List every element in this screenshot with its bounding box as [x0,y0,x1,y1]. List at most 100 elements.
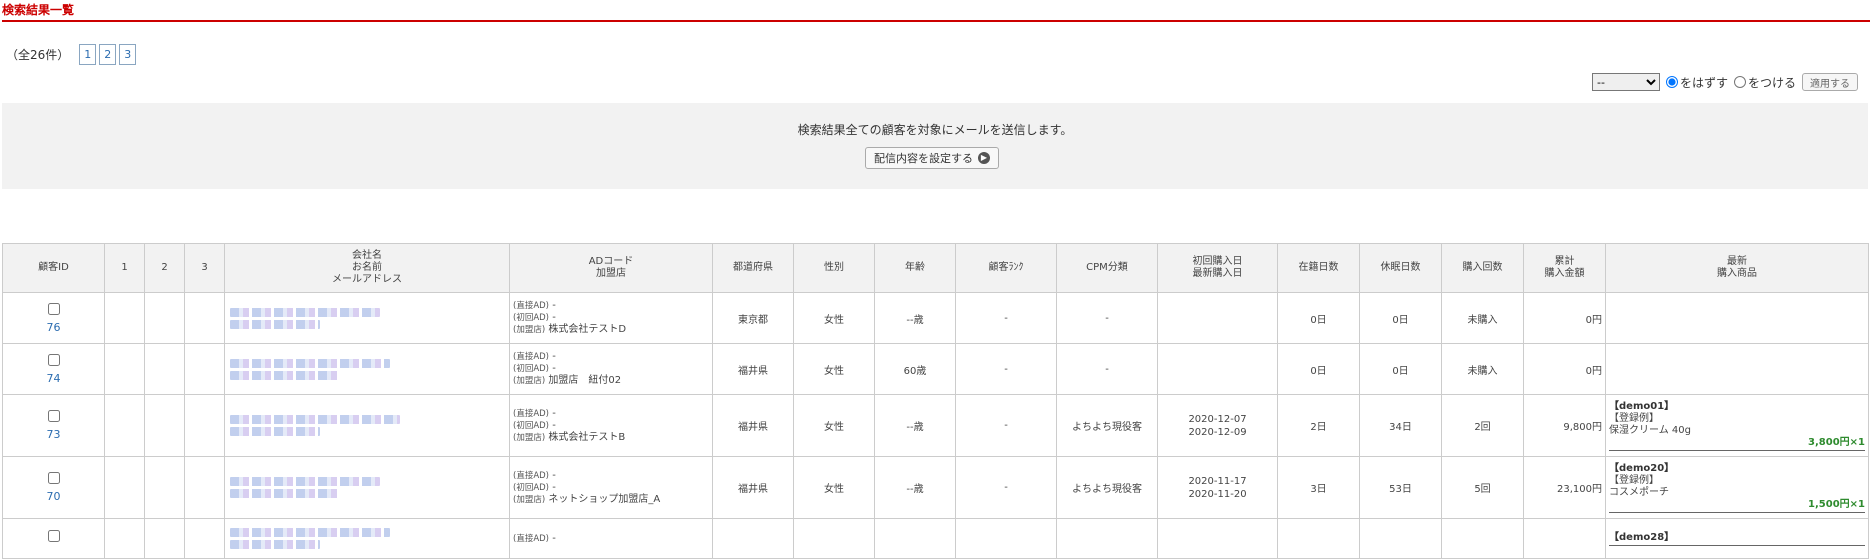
latest-product-cell: 【demo20】 【登録例】 コスメポーチ 1,500円×1 [1605,456,1869,519]
dormant-days-cell: 34日 [1359,394,1442,457]
col-dormant-days: 休眠日数 [1359,243,1442,293]
redacted-name-image [230,358,390,368]
enrollment-days-cell: 3日 [1277,456,1360,519]
flag-select[interactable]: -- [1591,73,1660,91]
page-link-3[interactable]: 3 [119,44,137,65]
rank-cell: - [955,456,1057,519]
col-product-line2: 購入商品 [1717,268,1757,279]
pagination: （全26件） 1 2 3 [6,44,139,65]
shop-label: (加盟店) [513,494,546,505]
col-rank: 顧客ﾗﾝｸ [955,243,1057,293]
redacted-name-image [230,477,380,486]
customer-id-cell: 70 [2,456,105,519]
col-amount-line1: 累計 [1554,256,1575,267]
first-ad-line: (初回AD) - [513,420,709,432]
prefecture-cell: 福井県 [712,456,794,519]
shop-value: 加盟店 紐付02 [548,375,622,386]
direct-ad-line: (直接AD) - [513,351,709,363]
col-prefecture: 都道府県 [712,243,794,293]
age-cell: 60歳 [874,343,956,395]
first-ad-label: (初回AD) [513,482,549,493]
direct-ad-line: (直接AD) - [513,533,709,545]
company-cell [224,343,510,395]
age-cell: --歳 [874,394,956,457]
ad-code-cell: (直接AD) - (初回AD) - (加盟店) ネットショップ加盟店_A [509,456,713,519]
product-name: コスメポーチ [1609,486,1669,498]
total-amount-cell: 23,100円 [1523,456,1606,519]
configure-mail-button[interactable]: 配信内容を設定する ▶ [865,147,999,169]
col-customer-id[interactable]: 顧客ID [2,243,105,293]
row-select-checkbox[interactable] [47,472,60,484]
page-link-2[interactable]: 2 [99,44,117,65]
col-dates-line2: 最新購入日 [1192,268,1243,279]
dates-cell: 2020-12-07 2020-12-09 [1157,394,1278,457]
customer-id-link[interactable]: 70 [47,490,61,503]
col-purchase-dates: 初回購入日 最新購入日 [1157,243,1278,293]
remove-flag-label: をはずす [1679,75,1728,90]
direct-ad-value: - [552,300,556,311]
first-ad-line: (初回AD) - [513,482,709,494]
age-cell [874,518,956,559]
total-amount-cell: 9,800円 [1523,394,1606,457]
row-select-checkbox[interactable] [47,410,60,422]
add-flag-radio[interactable] [1733,76,1746,88]
last-purchase-date: 2020-12-09 [1188,426,1247,438]
rank-cell: - [955,292,1057,344]
add-flag-label: をつける [1747,75,1796,90]
customer-id-link[interactable]: 73 [47,428,61,441]
shop-line: (加盟店) 加盟店 紐付02 [513,375,709,387]
redacted-email-image [230,540,320,549]
bulk-mail-panel: 検索結果全ての顧客を対象にメールを送信します。 配信内容を設定する ▶ [2,103,1868,189]
remove-flag-radio[interactable] [1665,76,1678,88]
flag-2-cell [144,394,185,457]
table-row: 76 (直接AD) - (初回AD) - (加盟店) 株式会社テストD 東京都 女性 --歳… [2,292,1869,344]
col-purchase-count: 購入回数 [1441,243,1524,293]
table-header-row: 顧客ID 1 2 3 会社名 お名前 メールアドレス ADコード 加盟店 都道府… [2,243,1869,293]
customer-id-cell: 74 [2,343,105,395]
page-link-1[interactable]: 1 [79,44,97,65]
table-row: 70 (直接AD) - (初回AD) - (加盟店) ネットショップ加盟店_A 福井県女… [2,456,1869,519]
col-flag-3: 3 [184,243,225,293]
shop-label: (加盟店) [513,376,546,386]
redacted-name-image [230,415,400,424]
first-ad-value: - [552,481,556,493]
customer-id-cell [2,518,105,559]
first-purchase-date: 2020-11-17 [1188,475,1247,487]
gender-cell: 女性 [793,343,875,395]
first-ad-label: (初回AD) [513,420,549,431]
flag-3-cell [184,456,225,519]
flag-2-cell [144,343,185,395]
col-cpm: CPM分類 [1056,243,1158,293]
latest-product-cell [1605,343,1869,395]
flag-1-cell [104,394,145,457]
gender-cell [793,518,875,559]
redacted-email-image [230,489,340,498]
shop-line: (加盟店) 株式会社テストD [513,324,709,336]
flag-1-cell [104,456,145,519]
col-company-line3: メールアドレス [332,274,402,285]
direct-ad-label: (直接AD) [513,470,549,481]
shop-value: ネットショップ加盟店_A [548,493,661,505]
remove-flag-option[interactable]: をはずす [1665,74,1728,91]
row-select-checkbox[interactable] [47,353,60,366]
direct-ad-label: (直接AD) [513,301,549,311]
first-ad-label: (初回AD) [513,313,549,323]
flag-3-cell [184,343,225,395]
first-ad-line: (初回AD) - [513,363,709,375]
purchase-count-cell [1441,518,1524,559]
customer-id-link[interactable]: 76 [47,321,61,334]
flag-1-cell [104,518,145,559]
total-amount-cell: 0円 [1523,292,1606,344]
apply-button[interactable]: 適用する [1802,73,1858,91]
row-select-checkbox[interactable] [47,302,60,315]
add-flag-option[interactable]: をつける [1733,74,1796,91]
product-price [1609,544,1865,546]
product-code: 【demo20】 [1609,462,1675,474]
direct-ad-value: - [552,532,556,544]
dates-cell [1157,518,1278,559]
gender-cell: 女性 [793,292,875,344]
direct-ad-label: (直接AD) [513,533,549,544]
enrollment-days-cell: 0日 [1277,343,1360,395]
purchase-count-cell: 未購入 [1441,292,1524,344]
customer-id-link[interactable]: 74 [47,372,61,385]
